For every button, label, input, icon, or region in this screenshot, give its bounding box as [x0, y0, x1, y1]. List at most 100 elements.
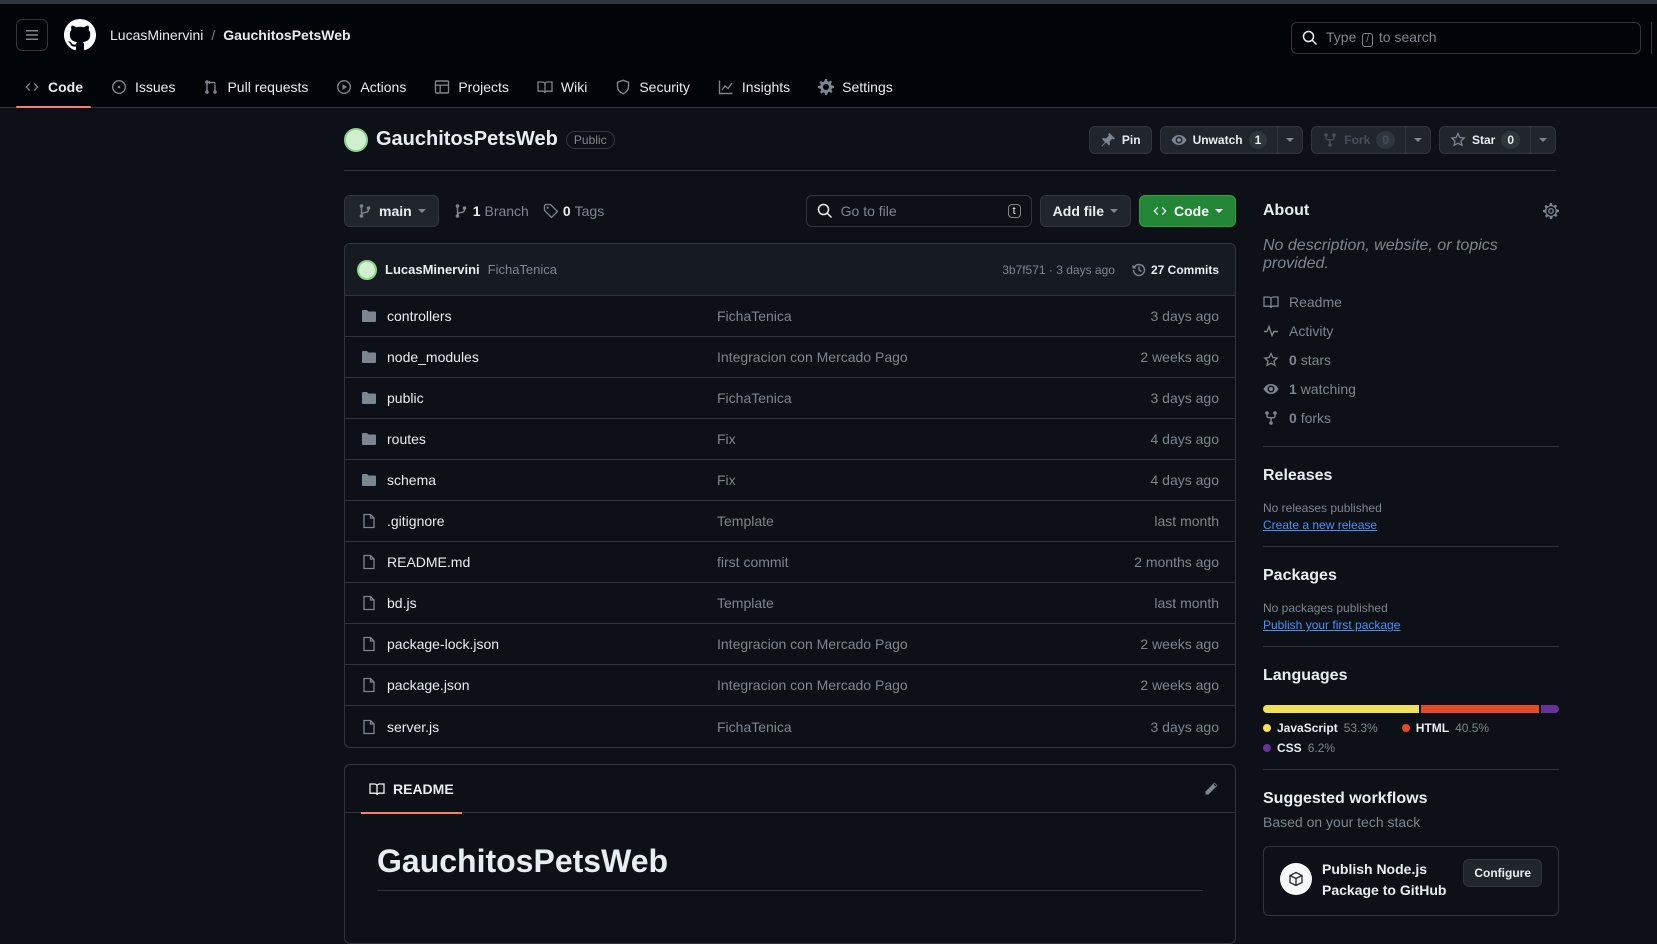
file-commit-message[interactable]: Fix — [717, 431, 736, 447]
releases-title[interactable]: Releases — [1263, 467, 1559, 485]
file-row[interactable]: public FichaTenica 3 days ago — [345, 378, 1235, 419]
tab-wiki[interactable]: Wiki — [529, 66, 595, 108]
file-name[interactable]: bd.js — [387, 595, 717, 611]
configure-button[interactable]: Configure — [1463, 859, 1542, 887]
file-name[interactable]: .gitignore — [387, 513, 717, 529]
packages-title[interactable]: Packages — [1263, 567, 1559, 585]
chevron-down-icon — [1215, 209, 1223, 213]
latest-commit-row: LucasMinervini FichaTenica 3b7f571 · 3 d… — [345, 244, 1235, 296]
tab-actions[interactable]: Actions — [328, 66, 414, 108]
repo-header: GauchitosPetsWeb Public Pin Unwatch 1 Fo… — [344, 109, 1556, 171]
file-row[interactable]: package-lock.json Integracion con Mercado… — [345, 624, 1235, 665]
file-commit-message[interactable]: FichaTenica — [717, 390, 792, 406]
create-release-link[interactable]: Create a new release — [1263, 518, 1559, 532]
star-button[interactable]: Star 0 — [1438, 125, 1531, 154]
file-commit-message[interactable]: Template — [717, 513, 774, 529]
code-button[interactable]: Code — [1139, 195, 1236, 227]
file-row[interactable]: server.js FichaTenica 3 days ago — [345, 706, 1235, 747]
commit-author[interactable]: LucasMinervini — [385, 262, 480, 277]
file-name[interactable]: schema — [387, 472, 717, 488]
tab-security[interactable]: Security — [607, 66, 698, 108]
file-commit-message[interactable]: FichaTenica — [717, 308, 792, 324]
file-row[interactable]: bd.js Template last month — [345, 583, 1235, 624]
branches-link[interactable]: 1 Branch — [453, 203, 529, 219]
breadcrumb-owner[interactable]: LucasMinervini — [110, 27, 203, 43]
commit-sha-date[interactable]: 3b7f571 · 3 days ago — [1002, 263, 1115, 277]
repo-owner-avatar[interactable] — [344, 127, 368, 152]
unwatch-button[interactable]: Unwatch 1 — [1159, 125, 1279, 154]
gear-icon[interactable] — [1543, 203, 1559, 219]
language-item[interactable]: CSS 6.2% — [1263, 741, 1335, 755]
file-name[interactable]: package-lock.json — [387, 636, 717, 652]
tab-projects[interactable]: Projects — [426, 66, 517, 108]
file-commit-message[interactable]: Integracion con Mercado Pago — [717, 677, 908, 693]
pencil-icon[interactable] — [1203, 781, 1219, 797]
tab-issues[interactable]: Issues — [103, 66, 183, 108]
file-name[interactable]: server.js — [387, 719, 717, 735]
file-name[interactable]: node_modules — [387, 349, 717, 365]
fork-dropdown-button[interactable] — [1405, 125, 1431, 154]
commits-link[interactable]: 27 Commits — [1131, 262, 1219, 278]
fork-button[interactable]: Fork 0 — [1311, 125, 1406, 154]
add-file-button[interactable]: Add file — [1039, 195, 1131, 227]
global-search-input[interactable]: Type / to search — [1291, 22, 1641, 54]
commit-message[interactable]: FichaTenica — [488, 262, 557, 277]
file-name[interactable]: package.json — [387, 677, 717, 693]
repo-nav: Code Issues Pull requests Actions Projects Wi… — [0, 66, 1657, 108]
book-icon — [369, 782, 385, 795]
tags-link[interactable]: 0 Tags — [543, 203, 604, 219]
pin-button[interactable]: Pin — [1088, 125, 1152, 154]
language-item[interactable]: JavaScript 53.3% — [1263, 721, 1378, 735]
hamburger-menu-button[interactable] — [16, 19, 48, 51]
repo-title[interactable]: GauchitosPetsWeb — [376, 128, 558, 151]
file-row[interactable]: node_modules Integracion con Mercado Pago… — [345, 337, 1235, 378]
file-row[interactable]: .gitignore Template last month — [345, 501, 1235, 542]
about-watching[interactable]: 1 watching — [1263, 374, 1559, 403]
file-name[interactable]: controllers — [387, 308, 717, 324]
file-row[interactable]: README.md first commit 2 months ago — [345, 542, 1235, 583]
hamburger-icon — [26, 30, 38, 40]
language-bar-segment — [1540, 705, 1559, 713]
fork-icon — [1265, 410, 1277, 425]
branch-select-button[interactable]: main — [344, 195, 439, 227]
readme-tab[interactable]: README — [361, 765, 462, 814]
watch-dropdown-button[interactable] — [1278, 125, 1304, 154]
file-row[interactable]: routes Fix 4 days ago — [345, 419, 1235, 460]
file-name[interactable]: README.md — [387, 554, 717, 570]
workflows-title: Suggested workflows — [1263, 790, 1428, 807]
about-readme[interactable]: Readme — [1263, 287, 1559, 316]
about-stars[interactable]: 0 stars — [1263, 345, 1559, 374]
branch-icon — [455, 204, 466, 218]
workflow-title-line-1: Publish Node.js — [1322, 861, 1428, 877]
publish-package-link[interactable]: Publish your first package — [1263, 618, 1559, 632]
language-item[interactable]: HTML 40.5% — [1401, 721, 1489, 735]
star-icon — [1263, 351, 1279, 367]
file-name[interactable]: routes — [387, 431, 717, 447]
language-color-dot — [1263, 724, 1271, 732]
file-row[interactable]: controllers FichaTenica 3 days ago — [345, 296, 1235, 337]
file-row[interactable]: package.json Integracion con Mercado Pago… — [345, 665, 1235, 706]
file-name[interactable]: public — [387, 390, 717, 406]
file-commit-message[interactable]: Integracion con Mercado Pago — [717, 636, 908, 652]
github-logo-icon[interactable] — [64, 19, 96, 51]
chevron-down-icon — [1286, 137, 1295, 142]
go-to-file-shortcut: t — [1007, 204, 1021, 218]
about-forks[interactable]: 0 forks — [1263, 403, 1559, 432]
file-commit-message[interactable]: Template — [717, 595, 774, 611]
file-icon — [363, 677, 375, 693]
tab-pull-requests[interactable]: Pull requests — [195, 66, 316, 108]
file-commit-message[interactable]: Integracion con Mercado Pago — [717, 349, 908, 365]
branch-icon — [359, 204, 371, 218]
file-row[interactable]: schema Fix 4 days ago — [345, 460, 1235, 501]
tab-settings[interactable]: Settings — [810, 66, 901, 108]
file-commit-message[interactable]: first commit — [717, 554, 789, 570]
star-dropdown-button[interactable] — [1531, 125, 1556, 154]
file-commit-message[interactable]: FichaTenica — [717, 719, 792, 735]
go-to-file-input[interactable]: Go to file t — [805, 195, 1032, 227]
tab-code[interactable]: Code — [16, 66, 91, 108]
file-commit-message[interactable]: Fix — [717, 472, 736, 488]
commit-author-avatar[interactable] — [357, 259, 377, 280]
about-activity[interactable]: Activity — [1263, 316, 1559, 345]
breadcrumb-repo[interactable]: GauchitosPetsWeb — [223, 27, 350, 43]
tab-insights[interactable]: Insights — [710, 66, 798, 108]
